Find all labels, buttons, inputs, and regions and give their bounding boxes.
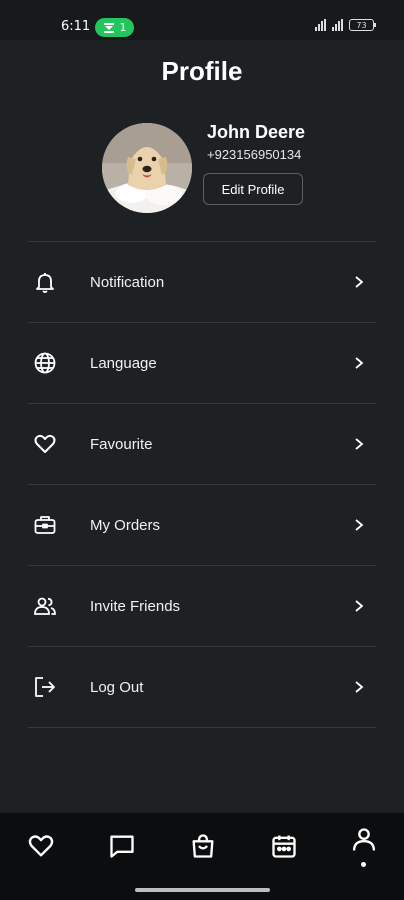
nav-profile[interactable] bbox=[349, 825, 379, 855]
logout-icon bbox=[33, 675, 57, 699]
menu-item-my-orders[interactable]: My Orders bbox=[28, 485, 376, 565]
chevron-right-icon bbox=[355, 681, 364, 693]
menu-label-invite-friends: Invite Friends bbox=[90, 597, 181, 615]
call-icon bbox=[103, 22, 114, 33]
briefcase-icon bbox=[33, 513, 57, 537]
chat-icon bbox=[110, 835, 134, 858]
home-indicator[interactable] bbox=[135, 888, 270, 892]
status-time: 6:11 bbox=[61, 19, 91, 34]
globe-icon bbox=[33, 351, 57, 375]
profile-name: John Deere bbox=[207, 122, 306, 142]
active-tab-indicator bbox=[361, 862, 366, 867]
status-icons: 73 bbox=[315, 19, 376, 31]
profile-icon bbox=[352, 828, 376, 851]
users-icon bbox=[33, 594, 57, 618]
menu-label-favourite: Favourite bbox=[90, 435, 153, 453]
heart-icon bbox=[33, 432, 57, 456]
menu-label-my-orders: My Orders bbox=[90, 516, 161, 534]
dog-photo-icon bbox=[102, 123, 192, 213]
avatar[interactable] bbox=[102, 123, 192, 213]
chevron-right-icon bbox=[355, 276, 364, 288]
page-title: Profile bbox=[161, 56, 243, 86]
ongoing-call-pill[interactable]: 1 bbox=[95, 18, 134, 37]
edit-profile-button[interactable]: Edit Profile bbox=[203, 173, 303, 205]
signal-icon-2 bbox=[332, 19, 343, 31]
divider bbox=[28, 727, 376, 728]
settings-menu: Notification Language Favourite My Order… bbox=[28, 241, 376, 728]
calendar-icon bbox=[272, 835, 296, 858]
nav-messages[interactable] bbox=[107, 831, 137, 861]
menu-label-language: Language bbox=[90, 354, 157, 372]
menu-item-language[interactable]: Language bbox=[28, 323, 376, 403]
profile-phone: +923156950134 bbox=[207, 147, 302, 162]
battery-icon: 73 bbox=[349, 19, 376, 31]
chevron-right-icon bbox=[355, 519, 364, 531]
battery-level: 73 bbox=[356, 20, 367, 30]
call-count: 1 bbox=[119, 21, 127, 34]
menu-item-log-out[interactable]: Log Out bbox=[28, 647, 376, 727]
bottom-navigation bbox=[0, 813, 404, 900]
menu-item-notification[interactable]: Notification bbox=[28, 242, 376, 322]
menu-label-notification: Notification bbox=[90, 273, 165, 291]
menu-label-log-out: Log Out bbox=[90, 678, 144, 696]
signal-icon bbox=[315, 19, 326, 31]
chevron-right-icon bbox=[355, 600, 364, 612]
nav-cart[interactable] bbox=[188, 831, 218, 861]
menu-item-invite-friends[interactable]: Invite Friends bbox=[28, 566, 376, 646]
nav-favourites[interactable] bbox=[26, 831, 56, 861]
shopping-bag-icon bbox=[192, 834, 214, 858]
heart-icon bbox=[28, 835, 54, 857]
status-bar: 6:11 1 73 bbox=[0, 0, 404, 40]
nav-calendar[interactable] bbox=[269, 831, 299, 861]
bell-icon bbox=[33, 270, 57, 294]
chevron-right-icon bbox=[355, 438, 364, 450]
chevron-right-icon bbox=[355, 357, 364, 369]
menu-item-favourite[interactable]: Favourite bbox=[28, 404, 376, 484]
